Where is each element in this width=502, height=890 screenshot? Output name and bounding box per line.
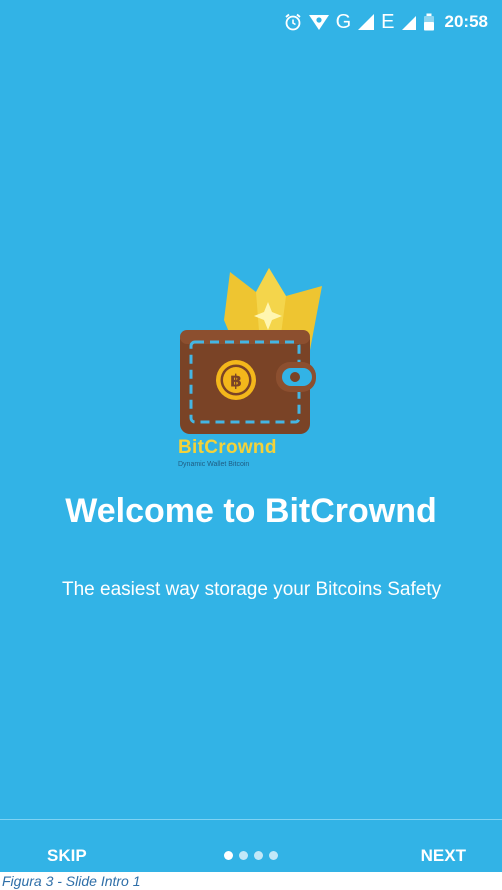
- status-bar: G E 20:58: [0, 0, 502, 44]
- page-indicator: [224, 851, 278, 860]
- status-icons: G E 20:58: [284, 12, 488, 32]
- figure-caption: Figura 3 - Slide Intro 1: [2, 873, 141, 889]
- battery-icon: [423, 13, 435, 31]
- data-saver-icon: [308, 13, 330, 31]
- network-type-e: E: [381, 11, 395, 33]
- page-title: Welcome to BitCrownd: [65, 492, 437, 530]
- page-dot: [239, 851, 248, 860]
- intro-description: The easiest way storage your Bitcoins Sa…: [62, 579, 442, 600]
- brand-name: BitCrownd: [178, 437, 277, 458]
- alarm-icon: [284, 13, 302, 31]
- intro-screen: G E 20:58 ฿ BitCrownd Dynamic Wallet Bit…: [0, 0, 502, 872]
- network-type-g: G: [335, 11, 352, 33]
- svg-text:฿: ฿: [230, 372, 242, 392]
- next-button[interactable]: NEXT: [421, 846, 466, 866]
- status-time: 20:58: [444, 12, 488, 31]
- brand-tagline: Dynamic Wallet Bitcoin: [178, 461, 250, 468]
- signal-icon: [401, 13, 417, 31]
- signal-icon: [357, 13, 375, 31]
- footer-divider: [0, 819, 502, 820]
- skip-button[interactable]: SKIP: [47, 846, 87, 866]
- page-dot: [254, 851, 263, 860]
- page-dot: [224, 851, 233, 860]
- page-dot: [269, 851, 278, 860]
